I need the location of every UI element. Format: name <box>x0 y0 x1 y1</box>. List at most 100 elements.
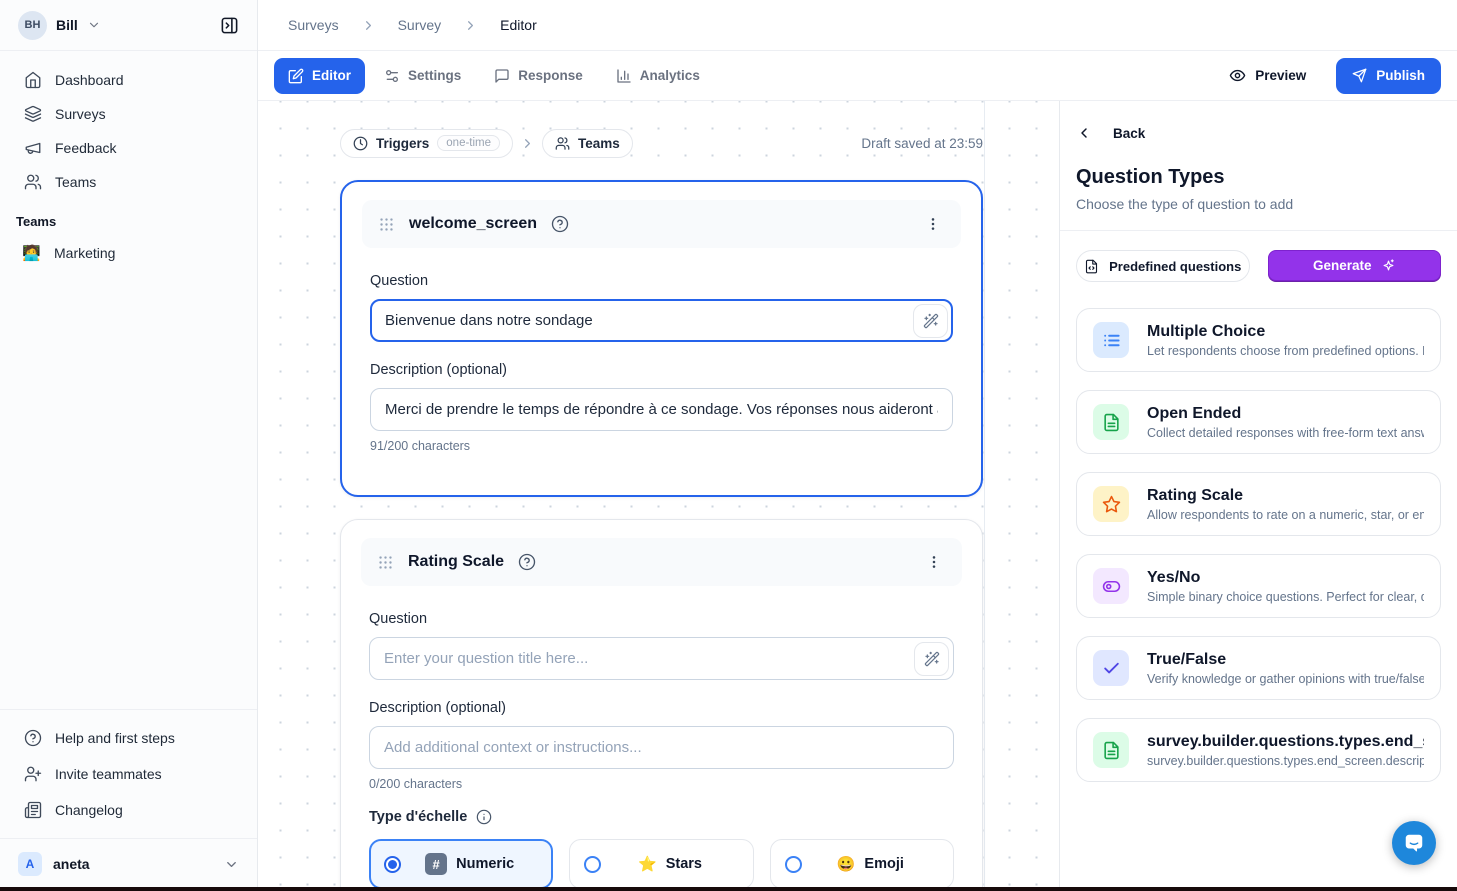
toolbar-tabs: Editor Settings Response <box>274 58 714 94</box>
team-name: Marketing <box>54 245 115 261</box>
file-text-icon <box>1093 404 1129 440</box>
breadcrumb-surveys[interactable]: Surveys <box>288 17 339 33</box>
scale-option-stars[interactable]: ⭐ Stars <box>569 839 753 889</box>
file-code-icon <box>1084 259 1099 274</box>
card-body: Question Description (optional) <box>342 248 981 495</box>
sidebar-item-surveys[interactable]: Surveys <box>0 97 257 131</box>
star-icon <box>1093 486 1129 522</box>
breadcrumb-editor: Editor <box>500 17 537 33</box>
sidebar: BH Bill Dashboard <box>0 0 258 891</box>
predefined-questions-button[interactable]: Predefined questions <box>1076 250 1250 282</box>
generate-button[interactable]: Generate <box>1268 250 1442 281</box>
description-input[interactable] <box>369 726 954 769</box>
chevron-right-icon <box>520 136 535 151</box>
teams-chip-label: Teams <box>578 136 620 151</box>
help-circle-icon <box>24 729 42 747</box>
scale-option-numeric[interactable]: # Numeric <box>369 839 553 889</box>
preview-button[interactable]: Preview <box>1223 66 1312 85</box>
users-icon <box>555 136 570 151</box>
smiley-emoji: 😀 <box>837 855 856 873</box>
type-name: Multiple Choice <box>1147 323 1424 341</box>
question-card-rating-scale[interactable]: Rating Scale Question <box>340 519 983 891</box>
back-button[interactable]: Back <box>1076 125 1145 141</box>
triggers-chip[interactable]: Triggers one-time <box>340 129 513 158</box>
question-label: Question <box>369 611 954 627</box>
help-circle-icon[interactable] <box>551 215 569 233</box>
user-plus-icon <box>24 765 42 783</box>
home-icon <box>24 71 42 89</box>
tab-editor[interactable]: Editor <box>274 58 365 94</box>
type-card-open-ended[interactable]: Open Ended Collect detailed responses wi… <box>1076 390 1441 454</box>
clock-icon <box>353 136 368 151</box>
ai-rewrite-button[interactable] <box>913 304 948 338</box>
sidebar-item-changelog[interactable]: Changelog <box>0 792 257 828</box>
tab-label: Settings <box>408 68 461 83</box>
sidebar-collapse-button[interactable] <box>216 12 243 39</box>
sidebar-item-invite[interactable]: Invite teammates <box>0 756 257 792</box>
sparkles-icon <box>1381 258 1396 273</box>
panel-actions: Predefined questions Generate <box>1076 250 1441 282</box>
type-name: Rating Scale <box>1147 487 1424 505</box>
drag-handle-icon[interactable] <box>377 554 394 571</box>
publish-button[interactable]: Publish <box>1336 58 1441 94</box>
chevron-down-icon <box>87 18 101 32</box>
type-card-multiple-choice[interactable]: Multiple Choice Let respondents choose f… <box>1076 308 1441 372</box>
canvas-divider <box>984 101 985 891</box>
question-input[interactable] <box>369 637 954 680</box>
sidebar-item-marketing[interactable]: 🧑‍💻 Marketing <box>0 236 257 270</box>
help-circle-icon[interactable] <box>518 553 536 571</box>
scale-option-emoji[interactable]: 😀 Emoji <box>770 839 954 889</box>
type-card-end-screen[interactable]: survey.builder.questions.types.end_scr..… <box>1076 718 1441 782</box>
question-types-panel: Back Question Types Choose the type of q… <box>1059 101 1457 891</box>
type-name: True/False <box>1147 651 1424 669</box>
sidebar-item-teams[interactable]: Teams <box>0 165 257 199</box>
chevron-right-icon <box>463 18 478 33</box>
back-label: Back <box>1113 126 1145 141</box>
card-menu-button[interactable] <box>922 550 946 574</box>
tab-analytics[interactable]: Analytics <box>602 58 714 94</box>
main-area: Surveys Survey Editor Editor <box>258 0 1457 891</box>
info-icon[interactable] <box>476 809 492 825</box>
footer-label: Help and first steps <box>55 730 175 746</box>
tab-response[interactable]: Response <box>480 58 597 94</box>
tab-label: Response <box>518 68 583 83</box>
type-name: Open Ended <box>1147 405 1424 423</box>
sidebar-item-help[interactable]: Help and first steps <box>0 720 257 756</box>
teams-chip[interactable]: Teams <box>542 129 633 158</box>
card-header: welcome_screen <box>362 200 961 248</box>
tab-settings[interactable]: Settings <box>370 58 475 94</box>
user-avatar: A <box>18 852 42 876</box>
sidebar-item-feedback[interactable]: Feedback <box>0 131 257 165</box>
type-card-yes-no[interactable]: Yes/No Simple binary choice questions. P… <box>1076 554 1441 618</box>
sidebar-item-dashboard[interactable]: Dashboard <box>0 63 257 97</box>
question-card-welcome-screen[interactable]: welcome_screen Question <box>340 180 983 497</box>
tab-label: Analytics <box>640 68 700 83</box>
toggle-icon <box>1093 568 1129 604</box>
breadcrumb: Surveys Survey Editor <box>258 0 1457 51</box>
card-title: welcome_screen <box>409 215 537 233</box>
breadcrumb-survey[interactable]: Survey <box>398 17 442 33</box>
toolbar-actions: Preview Publish <box>1223 58 1441 94</box>
chat-launcher-button[interactable] <box>1392 821 1436 865</box>
workspace-switcher[interactable]: BH Bill <box>18 11 101 40</box>
megaphone-icon <box>24 139 42 157</box>
panel-collapse-icon <box>220 16 239 35</box>
chevron-right-icon <box>361 18 376 33</box>
drag-handle-icon[interactable] <box>378 216 395 233</box>
user-menu-button[interactable]: A aneta <box>16 850 241 878</box>
type-description: Collect detailed responses with free-for… <box>1147 426 1424 440</box>
description-input[interactable] <box>370 388 953 431</box>
send-icon <box>1352 68 1367 83</box>
ai-rewrite-button[interactable] <box>914 642 949 676</box>
type-card-true-false[interactable]: True/False Verify knowledge or gather op… <box>1076 636 1441 700</box>
type-card-rating-scale[interactable]: Rating Scale Allow respondents to rate o… <box>1076 472 1441 536</box>
question-input[interactable] <box>370 299 953 342</box>
panel-subtitle: Choose the type of question to add <box>1076 196 1441 212</box>
card-menu-button[interactable] <box>921 212 945 236</box>
scale-options: # Numeric ⭐ Stars <box>369 839 954 889</box>
star-emoji: ⭐ <box>638 855 657 873</box>
chat-bubble-icon <box>1403 832 1425 854</box>
one-time-badge: one-time <box>437 135 500 151</box>
publish-label: Publish <box>1376 68 1425 83</box>
user-name: aneta <box>53 856 90 872</box>
